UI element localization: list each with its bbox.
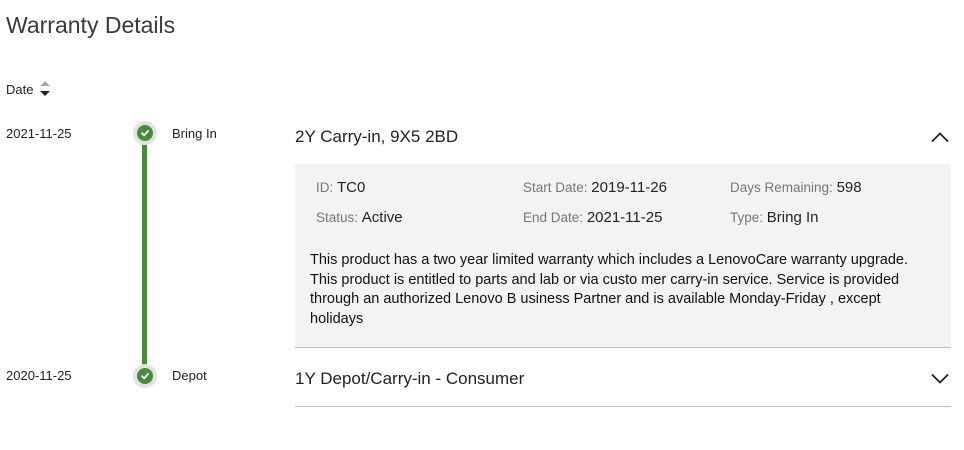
- detail-value: Active: [361, 209, 403, 226]
- sort-icon: [40, 81, 51, 96]
- warranty-date: 2020-11-25: [6, 368, 72, 383]
- warranty-details-panel: ID: TC0 Start Date: 2019-11-26 Days Rema…: [295, 164, 951, 348]
- warranty-title: 1Y Depot/Carry-in - Consumer: [295, 369, 525, 388]
- detail-type: Type: Bring In: [730, 209, 819, 226]
- date-sort-label: Date: [6, 81, 34, 97]
- warranty-description: This product has a two year limited warr…: [310, 252, 909, 327]
- warranty-title: 2Y Carry-in, 9X5 2BD: [295, 127, 459, 146]
- timeline-node: [133, 121, 157, 145]
- detail-label: Days Remaining: [730, 180, 830, 195]
- chevron-down-icon[interactable]: [930, 373, 950, 385]
- detail-label: ID: [316, 180, 330, 195]
- detail-start-date: Start Date: 2019-11-26: [523, 179, 667, 196]
- warranty-date: 2021-11-25: [6, 126, 72, 141]
- warranty-panel-header[interactable]: 2Y Carry-in, 9X5 2BD: [295, 124, 951, 150]
- detail-value: Bring In: [766, 209, 819, 226]
- divider: [295, 406, 951, 407]
- detail-label: Start Date: [523, 180, 584, 195]
- detail-value: 2021-11-25: [586, 209, 663, 226]
- date-sort-header[interactable]: Date: [6, 78, 51, 100]
- timeline-line: [142, 134, 147, 376]
- detail-end-date: End Date: 2021-11-25: [523, 209, 663, 226]
- detail-days-remaining: Days Remaining: 598: [730, 179, 862, 196]
- detail-label: Type: [730, 210, 760, 225]
- detail-value: 2019-11-26: [591, 179, 667, 196]
- warranty-type: Depot: [172, 368, 207, 383]
- warranty-type: Bring In: [172, 126, 217, 141]
- detail-value: TC0: [337, 179, 366, 196]
- page-title: Warranty Details: [6, 12, 176, 38]
- timeline-node: [133, 364, 157, 388]
- warranty-panel-header[interactable]: 1Y Depot/Carry-in - Consumer: [295, 366, 951, 392]
- detail-label: End Date: [523, 210, 580, 225]
- detail-id: ID: TC0: [316, 179, 366, 196]
- check-icon: [141, 373, 149, 380]
- detail-status: Status: Active: [316, 209, 403, 226]
- detail-value: 598: [836, 179, 862, 196]
- chevron-up-icon[interactable]: [930, 131, 950, 143]
- detail-label: Status: [316, 210, 355, 225]
- check-icon: [141, 130, 149, 137]
